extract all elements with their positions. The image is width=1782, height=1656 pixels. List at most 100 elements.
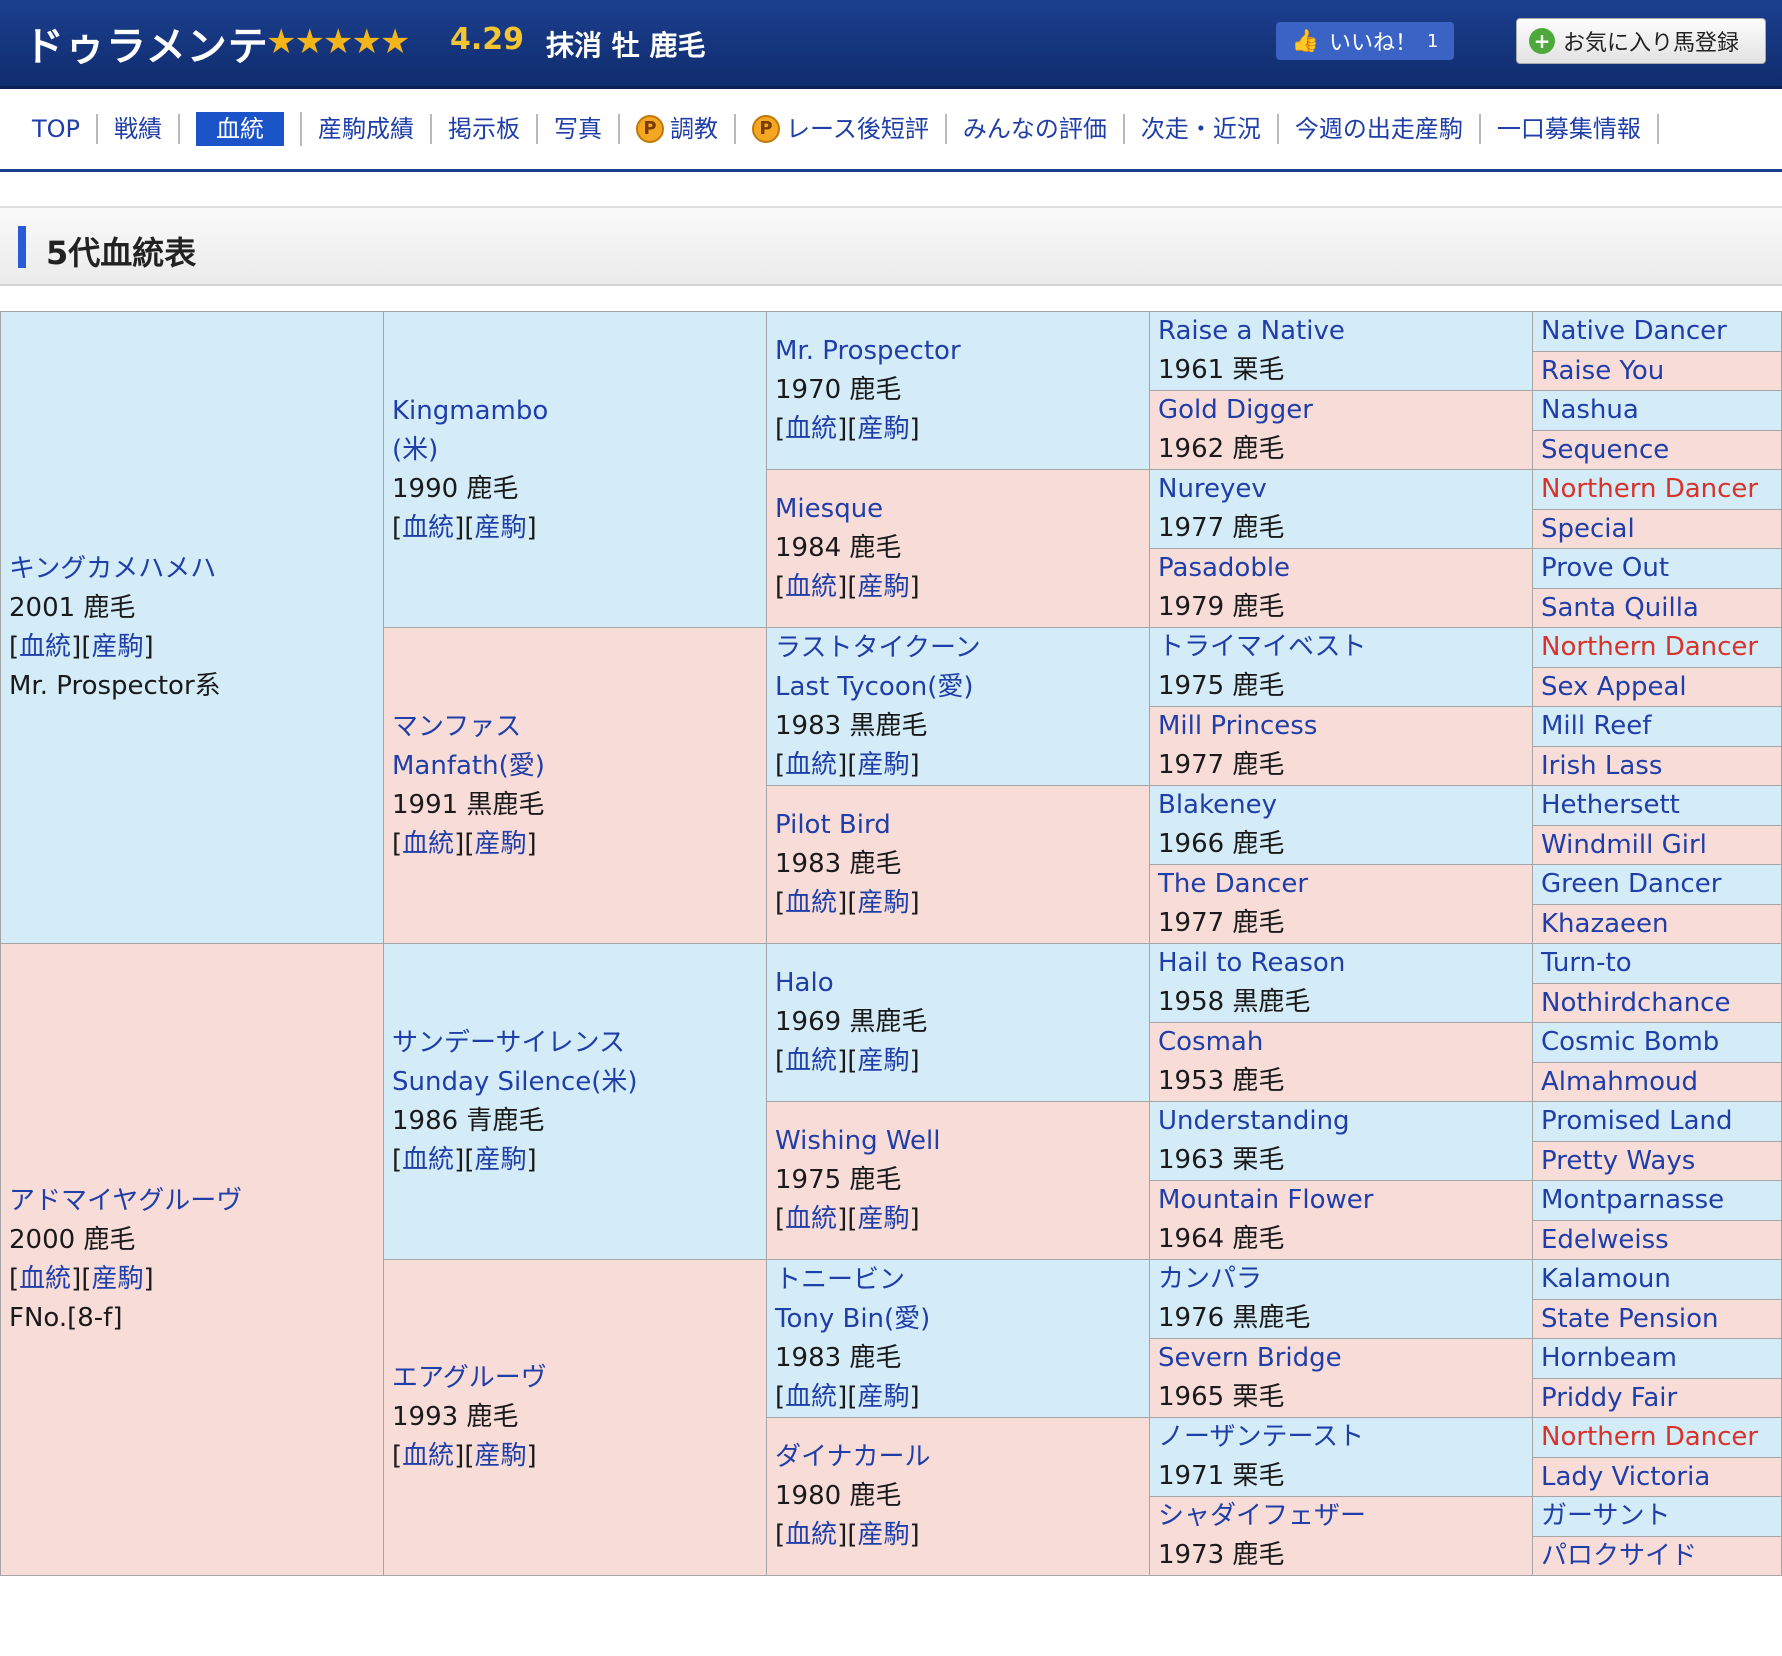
ancestor-name-link[interactable]: Hethersett [1541,790,1680,820]
tab-top[interactable]: TOP [16,114,99,144]
ancestor-name-link[interactable]: エアグルーヴ [392,1359,758,1398]
ancestor-name-link[interactable]: Irish Lass [1541,751,1662,781]
pedigree-link[interactable]: 血統 [785,414,837,444]
pedigree-link[interactable]: 血統 [785,1520,837,1550]
ancestor-name-link[interactable]: Wishing Well [775,1122,1141,1161]
pedigree-link[interactable]: 血統 [402,1145,454,1175]
ancestor-name-link[interactable]: Native Dancer [1541,316,1727,346]
progeny-link[interactable]: 産駒 [857,414,909,444]
progeny-link[interactable]: 産駒 [857,572,909,602]
progeny-link[interactable]: 産駒 [857,1382,909,1412]
ancestor-name-link[interactable]: Priddy Fair [1541,1383,1677,1413]
pedigree-link[interactable]: 血統 [402,829,454,859]
progeny-link[interactable]: 産駒 [857,1204,909,1234]
progeny-link[interactable]: 産駒 [91,632,143,662]
ancestor-name-link[interactable]: ガーサント [1541,1501,1670,1531]
ancestor-name-link[interactable]: トライマイベスト [1158,629,1524,668]
ancestor-name-link[interactable]: ノーザンテースト [1158,1419,1524,1458]
like-button[interactable]: 👍 いいね！ 1 [1276,22,1454,60]
ancestor-name-link[interactable]: Lady Victoria [1541,1462,1710,1492]
ancestor-name-link[interactable]: Promised Land [1541,1106,1733,1136]
progeny-link[interactable]: 産駒 [91,1264,143,1294]
ancestor-name-link[interactable]: Kingmambo [392,392,758,431]
ancestor-name-link[interactable]: Hornbeam [1541,1343,1677,1373]
ancestor-name-link[interactable]: Windmill Girl [1541,830,1707,860]
ancestor-name-link[interactable]: カンパラ [1158,1261,1524,1300]
ancestor-name-link[interactable]: Nothirdchance [1541,988,1730,1018]
tab-results[interactable]: 戦績 [98,114,181,144]
ancestor-alt-name-link[interactable]: Sunday Silence(米) [392,1063,758,1102]
tab-reviews[interactable]: みんなの評価 [947,114,1125,144]
ancestor-name-link[interactable]: シャダイフェザー [1158,1498,1524,1537]
ancestor-name-link[interactable]: Raise You [1541,356,1664,386]
ancestor-name-link[interactable]: Pretty Ways [1541,1146,1695,1176]
pedigree-link[interactable]: 血統 [402,513,454,543]
ancestor-name-link[interactable]: Green Dancer [1541,869,1721,899]
ancestor-name-link[interactable]: Pasadoble [1158,550,1524,589]
ancestor-name-link[interactable]: Cosmah [1158,1024,1524,1063]
ancestor-name-link[interactable]: Raise a Native [1158,313,1524,352]
progeny-link[interactable]: 産駒 [857,888,909,918]
ancestor-name-link[interactable]: トニービン [775,1261,1141,1300]
ancestor-name-link[interactable]: Special [1541,514,1635,544]
tab-photos[interactable]: 写真 [538,114,621,144]
ancestor-alt-name-link[interactable]: Tony Bin(愛) [775,1300,1141,1339]
tab-progeny[interactable]: 産駒成績 [302,114,433,144]
tab-weekly-runners[interactable]: 今週の出走産駒 [1279,114,1481,144]
ancestor-name-link[interactable]: Miesque [775,490,1141,529]
ancestor-name-link[interactable]: Montparnasse [1541,1185,1724,1215]
progeny-link[interactable]: 産駒 [857,1520,909,1550]
ancestor-name-link[interactable]: Understanding [1158,1103,1524,1142]
tab-training[interactable]: P 調教 [620,114,737,144]
progeny-link[interactable]: 産駒 [474,513,526,543]
ancestor-name-link[interactable]: The Dancer [1158,866,1524,905]
ancestor-name-link[interactable]: Northern Dancer [1541,1422,1758,1452]
tab-race-review[interactable]: P レース後短評 [736,114,947,144]
ancestor-name-link[interactable]: Sex Appeal [1541,672,1687,702]
ancestor-name-link[interactable]: Northern Dancer [1541,632,1758,662]
tab-bbs[interactable]: 掲示板 [432,114,539,144]
progeny-link[interactable]: 産駒 [474,1145,526,1175]
tab-pedigree[interactable]: 血統 [180,112,303,146]
ancestor-name-link[interactable]: Gold Digger [1158,392,1524,431]
ancestor-name-link[interactable]: Pilot Bird [775,806,1141,845]
ancestor-name-link[interactable]: Halo [775,964,1141,1003]
pedigree-link[interactable]: 血統 [785,1046,837,1076]
ancestor-name-link[interactable]: Mill Princess [1158,708,1524,747]
ancestor-alt-name-link[interactable]: Manfath(愛) [392,747,758,786]
ancestor-name-link[interactable]: Blakeney [1158,787,1524,826]
progeny-link[interactable]: 産駒 [857,750,909,780]
ancestor-name-link[interactable]: Almahmoud [1541,1067,1698,1097]
ancestor-name-link[interactable]: Mr. Prospector [775,332,1141,371]
pedigree-link[interactable]: 血統 [785,1382,837,1412]
ancestor-alt-name-link[interactable]: (米) [392,431,758,470]
ancestor-name-link[interactable]: Mountain Flower [1158,1182,1524,1221]
pedigree-link[interactable]: 血統 [19,1264,71,1294]
pedigree-link[interactable]: 血統 [19,632,71,662]
ancestor-name-link[interactable]: Mill Reef [1541,711,1651,741]
ancestor-name-link[interactable]: Santa Quilla [1541,593,1699,623]
ancestor-alt-name-link[interactable]: Last Tycoon(愛) [775,668,1141,707]
ancestor-name-link[interactable]: Nureyev [1158,471,1524,510]
ancestor-name-link[interactable]: サンデーサイレンス [392,1024,758,1063]
favorite-button[interactable]: + お気に入り馬登録 [1516,18,1766,64]
ancestor-name-link[interactable]: Prove Out [1541,553,1669,583]
ancestor-name-link[interactable]: Sequence [1541,435,1669,465]
progeny-link[interactable]: 産駒 [474,829,526,859]
ancestor-name-link[interactable]: Northern Dancer [1541,474,1758,504]
ancestor-name-link[interactable]: Khazaeen [1541,909,1669,939]
ancestor-name-link[interactable]: Severn Bridge [1158,1340,1524,1379]
progeny-link[interactable]: 産駒 [857,1046,909,1076]
ancestor-name-link[interactable]: Turn-to [1541,948,1632,978]
progeny-link[interactable]: 産駒 [474,1441,526,1471]
ancestor-name-link[interactable]: Kalamoun [1541,1264,1671,1294]
tab-next-race[interactable]: 次走・近況 [1125,114,1279,144]
ancestor-name-link[interactable]: Hail to Reason [1158,945,1524,984]
pedigree-link[interactable]: 血統 [402,1441,454,1471]
ancestor-name-link[interactable]: マンファス [392,708,758,747]
pedigree-link[interactable]: 血統 [785,750,837,780]
ancestor-name-link[interactable]: キングカメハメハ [9,550,375,589]
ancestor-name-link[interactable]: ラストタイクーン [775,629,1141,668]
ancestor-name-link[interactable]: Cosmic Bomb [1541,1027,1719,1057]
ancestor-name-link[interactable]: Edelweiss [1541,1225,1669,1255]
